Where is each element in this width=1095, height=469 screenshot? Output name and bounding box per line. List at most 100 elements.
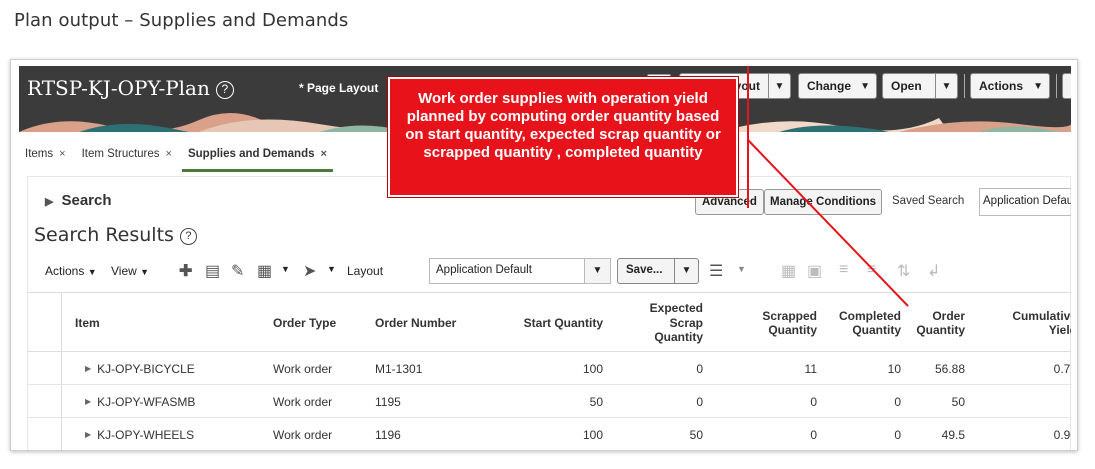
cell-order-number: M1-1301 (375, 361, 423, 376)
cell-item: ▶ KJ-OPY-WFASMB (85, 385, 265, 418)
close-icon[interactable]: × (166, 148, 172, 160)
cell-order-quantity: 56.88 (934, 361, 965, 376)
columns-icon[interactable]: ▦ (257, 261, 272, 281)
actions-menu[interactable]: Actions ▼ (45, 264, 97, 278)
edit-icon[interactable]: ✎ (231, 261, 244, 281)
view-menu[interactable]: View ▼ (111, 264, 149, 278)
col-header-item[interactable]: Item (75, 293, 245, 353)
cell-scrapped: 0 (810, 427, 817, 442)
cell-expected-scrap: 0 (696, 361, 703, 376)
close-icon[interactable]: × (59, 148, 65, 160)
chevron-down-icon: ▼ (768, 74, 790, 98)
table-row[interactable]: ▶ KJ-OPY-BICYCLE Work order M1-1301 100 0… (27, 352, 1071, 385)
saved-search-select[interactable]: Application Default (979, 188, 1071, 216)
page-layout-label: * Page Layout (299, 81, 379, 95)
col-header-completed-quantity[interactable]: Completed Quantity (827, 293, 901, 353)
return-icon[interactable]: ↲ (927, 261, 940, 281)
cell-start-quantity: 100 (582, 361, 603, 376)
plan-name: RTSP-KJ-OPY-Plan (27, 76, 210, 100)
close-icon[interactable]: × (321, 148, 327, 160)
overflow-button[interactable] (1062, 73, 1071, 99)
toolbar-divider (964, 74, 965, 98)
cell-item: ▶ KJ-OPY-BICYCLE (85, 352, 265, 385)
col-header-order-quantity[interactable]: Order Quantity (907, 293, 965, 353)
change-button[interactable]: Change ▼ (798, 73, 877, 99)
search-section-toggle[interactable]: ▶ Search (45, 192, 112, 209)
results-table: Item Order Type Order Number Start Quant… (27, 292, 1071, 450)
cell-cumulative-yield: 1 (991, 385, 1071, 418)
actions-button-label: Actions (979, 79, 1024, 93)
help-icon[interactable]: ? (215, 81, 234, 99)
cell-cumulative-yield: 0.72 (1053, 361, 1071, 376)
cell-start-quantity: 100 (582, 427, 603, 442)
chevron-down-icon: ▼ (87, 267, 97, 277)
filter-icon[interactable]: ≡ (867, 261, 876, 279)
cell-item: ▶ KJ-OPY-WHEELS (85, 418, 265, 450)
add-icon[interactable]: ✚ (179, 261, 192, 281)
table-row[interactable]: ▶ KJ-OPY-WFASMB Work order 1195 50 0 0 0 … (27, 385, 1071, 418)
results-toolbar: Actions ▼ View ▼ ✚ ▤ ✎ ▦ ▼ ➤ ▼ Layout Ap… (45, 258, 1065, 286)
item-name: KJ-OPY-WFASMB (97, 394, 196, 409)
expand-row-icon[interactable]: ▶ (85, 364, 91, 373)
chevron-down-icon[interactable]: ▼ (327, 264, 336, 274)
chevron-down-icon: ▼ (140, 267, 150, 277)
change-button-label: Change (807, 79, 852, 93)
cell-order-type: Work order (273, 394, 333, 409)
open-button-label: Open (891, 79, 922, 93)
cell-order-number: 1195 (375, 394, 401, 409)
disclosure-triangle-icon: ▶ (45, 196, 54, 208)
tab-item-structures[interactable]: Item Structures × (76, 144, 178, 172)
page-heading: Plan output – Supplies and Demands (14, 10, 349, 31)
cell-expected-scrap: 0 (696, 394, 703, 409)
plan-title: RTSP-KJ-OPY-Plan? (27, 76, 234, 100)
cell-completed: 0 (894, 427, 901, 442)
layout-select-value: Application Default (436, 264, 532, 276)
layout-label: Layout (347, 264, 384, 278)
toolbar-divider (1056, 74, 1057, 98)
col-header-order-number[interactable]: Order Number (375, 293, 485, 353)
expand-row-icon[interactable]: ▶ (85, 397, 91, 406)
tab-label: Supplies and Demands (187, 148, 315, 160)
manage-conditions-button[interactable]: Manage Conditions (764, 189, 883, 215)
freeze-icon[interactable]: ▦ (781, 261, 796, 281)
table-row[interactable]: ▶ KJ-OPY-WHEELS Work order 1196 100 50 0 … (27, 418, 1071, 450)
detach-icon[interactable]: ▣ (807, 261, 822, 281)
results-title-text: Search Results (34, 224, 174, 246)
item-name: KJ-OPY-BICYCLE (97, 361, 195, 376)
col-header-expected-scrap-quantity[interactable]: Expected Scrap Quantity (633, 293, 703, 353)
open-button[interactable]: Open ▼ (882, 73, 958, 99)
cell-completed: 0 (894, 394, 901, 409)
col-header-scrapped-quantity[interactable]: Scrapped Quantity (737, 293, 817, 353)
actions-button[interactable]: Actions ▼ (970, 73, 1050, 99)
save-button-label: Save... (626, 264, 663, 276)
details-icon[interactable]: ▤ (205, 261, 220, 281)
cell-cumulative-yield: 0.99 (1053, 427, 1071, 442)
search-results-title: Search Results? (34, 224, 197, 246)
table-header: Item Order Type Order Number Start Quant… (27, 292, 1071, 352)
chevron-down-icon[interactable]: ▼ (281, 264, 290, 274)
layout-select[interactable]: Application Default ▼ (429, 258, 611, 284)
cell-completed: 10 (887, 361, 901, 376)
expand-row-icon[interactable]: ▶ (85, 430, 91, 439)
tab-supplies-and-demands[interactable]: Supplies and Demands × (181, 144, 333, 172)
chevron-down-icon[interactable]: ▼ (737, 264, 746, 274)
cell-order-type: Work order (273, 361, 333, 376)
wrap-icon[interactable]: ≡ (839, 261, 848, 279)
view-menu-label: View (111, 264, 137, 278)
list-icon[interactable]: ☰ (709, 261, 723, 281)
help-icon[interactable]: ? (179, 228, 197, 245)
tab-label: Items (25, 148, 54, 160)
save-button[interactable]: Save... ▼ (617, 258, 699, 284)
cell-start-quantity: 50 (589, 394, 603, 409)
item-name: KJ-OPY-WHEELS (97, 427, 195, 442)
tab-items[interactable]: Items × (19, 144, 72, 172)
saved-search-label: Saved Search (892, 195, 965, 207)
tab-label: Item Structures (81, 148, 160, 160)
go-icon[interactable]: ➤ (303, 261, 316, 281)
cell-order-quantity: 50 (951, 394, 965, 409)
expand-icon[interactable]: ⇅ (897, 261, 910, 281)
cell-expected-scrap: 50 (689, 427, 703, 442)
col-header-start-quantity[interactable]: Start Quantity (497, 293, 603, 353)
col-header-order-type[interactable]: Order Type (273, 293, 363, 353)
col-header-cumulative-yield[interactable]: Cumulative Yield (991, 293, 1071, 353)
